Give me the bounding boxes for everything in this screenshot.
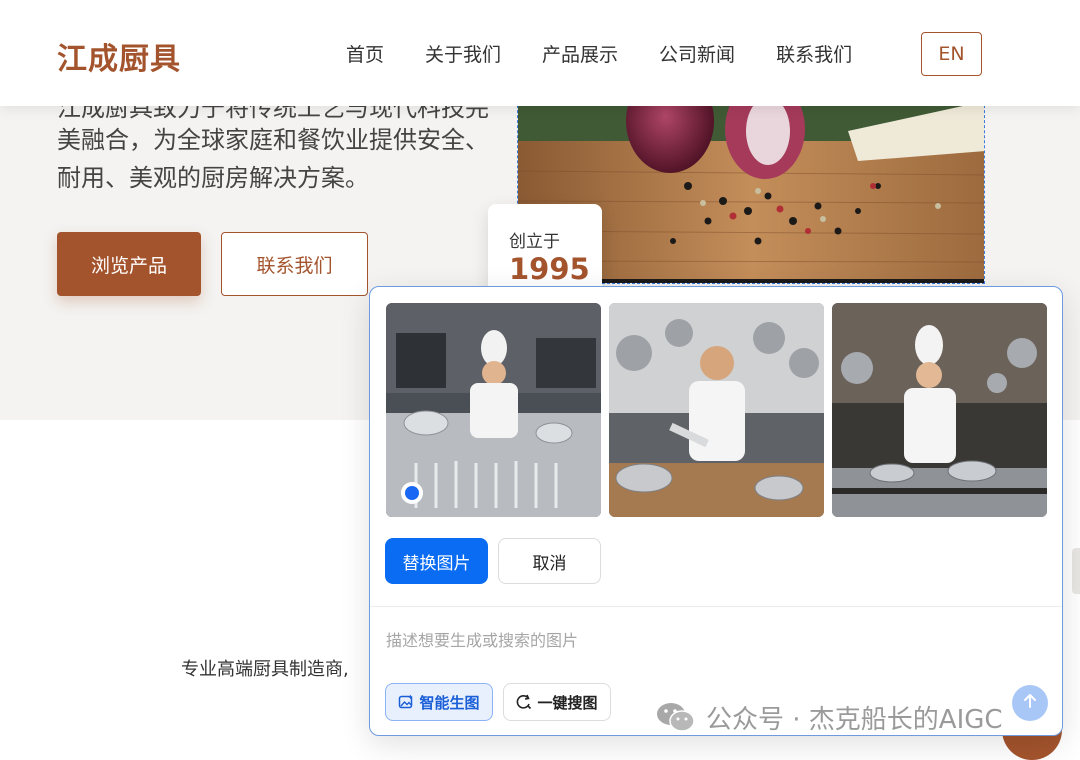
edge-decoration [1072, 548, 1080, 594]
main-nav: 首页 关于我们 产品展示 公司新闻 联系我们 [346, 40, 893, 67]
site-logo[interactable]: 江成厨具 [57, 34, 181, 78]
section-tagline: 专业高端厨具制造商, [181, 659, 349, 680]
cancel-button[interactable]: 取消 [498, 538, 601, 584]
one-click-search-button[interactable]: 一键搜图 [503, 683, 611, 721]
image-option[interactable] [386, 303, 601, 517]
arrow-up-icon [1021, 692, 1039, 714]
ai-generate-label: 智能生图 [419, 693, 480, 712]
nav-contact[interactable]: 联系我们 [776, 40, 852, 67]
founded-year: 1995 [509, 252, 590, 286]
nav-about[interactable]: 关于我们 [425, 40, 501, 67]
hero-description-line: 美融合，为全球家庭和餐饮业提供安全、 [57, 126, 489, 154]
search-refresh-icon [516, 694, 532, 710]
browse-products-button[interactable]: 浏览产品 [57, 232, 201, 296]
founded-label: 创立于 [509, 232, 560, 252]
panel-divider [370, 606, 1062, 607]
nav-news[interactable]: 公司新闻 [659, 40, 735, 67]
language-toggle-button[interactable]: EN [921, 32, 982, 76]
one-click-search-label: 一键搜图 [537, 693, 598, 712]
image-option[interactable] [832, 303, 1047, 517]
send-button[interactable] [1012, 685, 1048, 721]
nav-home[interactable]: 首页 [346, 40, 384, 67]
image-option[interactable] [609, 303, 824, 517]
image-prompt-input[interactable] [386, 627, 986, 653]
nav-products[interactable]: 产品展示 [542, 40, 618, 67]
contact-us-button[interactable]: 联系我们 [221, 232, 368, 296]
site-header: 江成厨具 首页 关于我们 产品展示 公司新闻 联系我们 EN [0, 0, 1080, 106]
watermark-text: 公众号 · 杰克船长的AIGC [706, 704, 1003, 735]
selected-indicator-icon [401, 482, 423, 504]
image-picker-panel: 替换图片 取消 智能生图 一键搜图 [369, 286, 1063, 736]
ai-generate-button[interactable]: 智能生图 [385, 683, 493, 721]
replace-image-button[interactable]: 替换图片 [385, 538, 488, 584]
image-sparkle-icon [398, 694, 414, 710]
watermark: 公众号 · 杰克船长的AIGC [656, 700, 1003, 735]
hero-description-line: 耐用、美观的厨房解决方案。 [57, 164, 369, 192]
wechat-icon [656, 701, 696, 733]
